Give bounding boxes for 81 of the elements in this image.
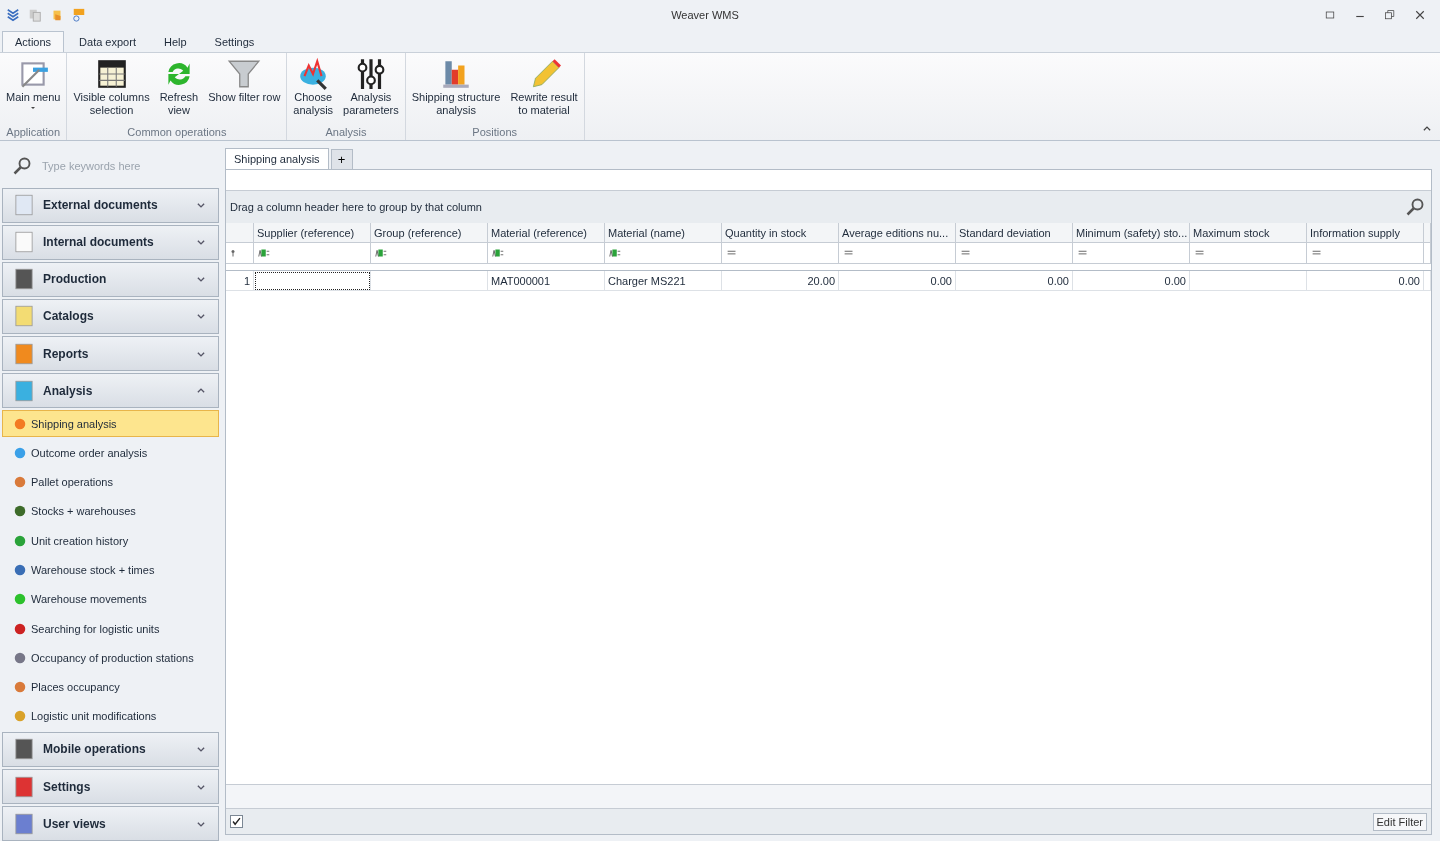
column-header[interactable]: Average editions nu... — [839, 223, 956, 243]
ribbon-button[interactable]: Show filter row — [204, 53, 285, 126]
nav-group-header[interactable]: Production — [2, 261, 219, 297]
nav-group-header[interactable]: Catalogs — [2, 298, 219, 334]
filter-field[interactable] — [254, 243, 371, 264]
ribbon-button[interactable]: Refresh view — [155, 53, 203, 126]
nav-item[interactable]: Searching for logistic units — [2, 614, 219, 643]
column-header[interactable]: Supplier (reference) — [254, 223, 371, 243]
ribbon-group-label: Positions — [471, 126, 518, 140]
ribbon-group-label: Common operations — [126, 126, 228, 140]
fullscreen-icon — [1324, 9, 1336, 21]
ribbon-group-label: Analysis — [324, 126, 368, 140]
ribbon-tab[interactable]: Settings — [201, 31, 268, 52]
nav-group-header[interactable]: Internal documents — [2, 224, 219, 260]
ribbon-group-label: Application — [5, 126, 62, 140]
document-tab[interactable]: Shipping analysis — [225, 148, 329, 169]
column-header[interactable]: Group (reference) — [371, 223, 488, 243]
ribbon-button[interactable]: Visible columns selection — [69, 53, 154, 126]
app-logo-icon — [6, 8, 20, 22]
window-title: Weaver WMS — [670, 9, 740, 21]
ribbon-button[interactable]: Choose analysis — [289, 53, 338, 126]
nav-group-header[interactable]: Reports — [2, 336, 219, 371]
pin-icon — [229, 249, 237, 257]
column-header[interactable]: Material (name) — [605, 223, 722, 243]
column-header[interactable]: Quantity in stock — [722, 223, 839, 243]
ribbon-button[interactable]: Analysis parameters — [339, 53, 403, 126]
nav-item[interactable]: Places occupancy — [2, 673, 219, 701]
filter-field[interactable] — [839, 243, 956, 264]
close-icon — [1414, 9, 1426, 21]
nav-item[interactable]: Stocks + warehouses — [2, 497, 219, 526]
nav-item[interactable]: Warehouse stock + times — [2, 556, 219, 584]
nav-item[interactable]: Logistic unit modifications — [2, 702, 219, 730]
nav-group-header[interactable]: User views — [2, 806, 219, 841]
column-header[interactable]: Information supply — [1307, 223, 1424, 243]
nav-item[interactable]: Pallet operations — [2, 468, 219, 496]
filter-field[interactable] — [1307, 243, 1424, 264]
column-header[interactable]: Minimum (safety) sto... — [1073, 223, 1190, 243]
group-panel-hint: Drag a column header here to group by that column — [230, 201, 482, 213]
nav-group-header[interactable]: External documents — [2, 187, 219, 223]
nav-item[interactable]: Unit creation history — [2, 527, 219, 555]
filter-field[interactable] — [1424, 243, 1431, 264]
check-icon — [231, 816, 242, 827]
copy-icon — [28, 8, 42, 22]
ribbon-tab[interactable]: Actions — [2, 31, 65, 52]
restore-icon — [1384, 9, 1396, 21]
column-header[interactable]: Material (reference) — [488, 223, 605, 243]
column-header[interactable]: Standard deviation — [956, 223, 1073, 243]
search-field[interactable]: Type keywords here — [40, 159, 210, 174]
row-number: 1 — [226, 271, 254, 291]
table-cell — [1424, 271, 1431, 291]
table-cell: 20.00 — [722, 271, 839, 291]
filter-field[interactable] — [605, 243, 722, 264]
nav-group-header[interactable]: Analysis — [2, 373, 219, 409]
collapse-icon — [1422, 124, 1432, 134]
table-cell: 0.00 — [1073, 271, 1190, 291]
filter-field[interactable] — [722, 243, 839, 264]
edit-filter-button[interactable]: Edit Filter — [1372, 812, 1427, 831]
filter-field[interactable] — [371, 243, 488, 264]
table-cell: 0.00 — [956, 271, 1073, 291]
nav-group-header[interactable]: Settings — [2, 769, 219, 805]
ribbon-button[interactable]: Shipping structure analysis — [407, 53, 505, 126]
table-cell: 0.00 — [839, 271, 956, 291]
add-tab-button[interactable]: + — [330, 149, 353, 169]
nav-item[interactable]: Occupancy of production stations — [2, 644, 219, 672]
filter-field[interactable] — [1073, 243, 1190, 264]
nav-group-header[interactable]: Mobile operations — [2, 731, 219, 767]
ribbon-tab[interactable]: Help — [150, 31, 200, 52]
filter-field[interactable] — [1190, 243, 1307, 264]
column-header[interactable]: Maximum stock — [1190, 223, 1307, 243]
filter-field[interactable] — [956, 243, 1073, 264]
nav-item[interactable]: Warehouse movements — [2, 585, 219, 613]
nav-item[interactable]: Outcome order analysis — [2, 439, 219, 467]
table-cell: MAT000001 — [488, 271, 605, 291]
nav-item[interactable]: Shipping analysis — [2, 410, 219, 438]
ribbon-button[interactable]: Rewrite result to material — [506, 53, 582, 126]
filter-checkbox[interactable] — [230, 815, 243, 828]
filter-field[interactable] — [488, 243, 605, 264]
table-cell: 0.00 — [1307, 271, 1424, 291]
ribbon-button[interactable]: Main menu — [2, 53, 65, 126]
table-cell: Charger MS221 — [605, 271, 722, 291]
ribbon-tab[interactable]: Data export — [66, 31, 149, 52]
